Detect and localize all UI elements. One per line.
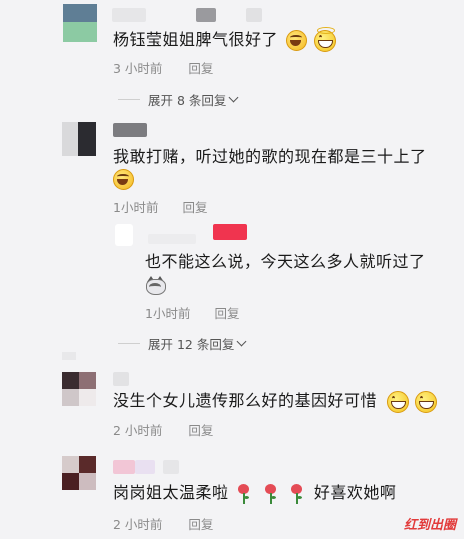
username-blurred[interactable] [113, 460, 135, 474]
username-blurred[interactable] [148, 234, 196, 244]
laugh-cry-emoji [285, 30, 307, 51]
reply-button[interactable]: 回复 [182, 197, 207, 216]
comment-meta: 3 小时前 回复 [113, 58, 213, 77]
username-blurred[interactable] [113, 372, 129, 386]
comment-text: 没生个女儿遗传那么好的基因好可惜 [113, 390, 438, 413]
rose-emoji [289, 483, 304, 504]
username-blurred [213, 224, 247, 240]
husky-emoji [145, 275, 166, 295]
laugh-cry-emoji [113, 169, 134, 190]
username-blurred [196, 8, 216, 22]
comment-text: 杨钰莹姐姐脾气很好了 [113, 26, 337, 52]
avatar[interactable] [62, 122, 96, 156]
comment-meta: 2 小时前 回复 [113, 514, 213, 533]
timestamp: 1小时前 [145, 306, 191, 321]
chevron-down-icon [228, 92, 239, 103]
expand-replies-button[interactable]: 展开 8 条回复 [118, 90, 239, 109]
username-blurred [163, 460, 179, 474]
reply-text-emoji-line [145, 273, 166, 295]
avatar[interactable] [63, 4, 97, 42]
reply-text: 也不能这么说，今天这么多人就听过了 [145, 252, 426, 271]
timestamp: 2 小时前 [113, 423, 163, 438]
avatar[interactable] [62, 456, 96, 490]
expand-replies-label: 展开 8 条回复 [148, 93, 227, 108]
reply-button[interactable]: 回复 [188, 514, 213, 533]
reply-button[interactable]: 回复 [188, 420, 213, 439]
username-blurred [246, 8, 262, 22]
watermark: 红到出圈 [403, 518, 456, 533]
grin-emoji [386, 390, 409, 413]
timestamp: 3 小时前 [113, 61, 163, 76]
expand-replies-label: 展开 12 条回复 [148, 337, 235, 352]
avatar[interactable] [62, 372, 96, 406]
comment-meta: 1小时前 回复 [113, 197, 207, 216]
username-blurred[interactable] [112, 8, 146, 22]
comment-meta: 2 小时前 回复 [113, 420, 213, 439]
chevron-down-icon [236, 336, 247, 347]
reply-button[interactable]: 回复 [188, 58, 213, 77]
username-blurred [135, 460, 155, 474]
blurred-artifact [62, 352, 76, 360]
timestamp: 1小时前 [113, 200, 159, 215]
username-blurred[interactable] [113, 123, 147, 137]
rose-emoji [236, 483, 251, 504]
grin-emoji [415, 390, 438, 413]
reply-meta: 1小时前 回复 [145, 303, 239, 322]
comment-text: 岗岗姐太温柔啦 好喜欢她啊 [113, 483, 397, 504]
reply-button[interactable]: 回复 [214, 303, 239, 322]
comment-text-emoji-line [113, 168, 134, 190]
halo-grin-emoji [314, 26, 337, 52]
timestamp: 2 小时前 [113, 517, 163, 532]
avatar[interactable] [115, 224, 133, 246]
rose-emoji [263, 483, 278, 504]
expand-replies-button[interactable]: 展开 12 条回复 [118, 334, 247, 353]
comment-text: 我敢打赌，听过她的歌的现在都是三十上了 [113, 147, 427, 166]
